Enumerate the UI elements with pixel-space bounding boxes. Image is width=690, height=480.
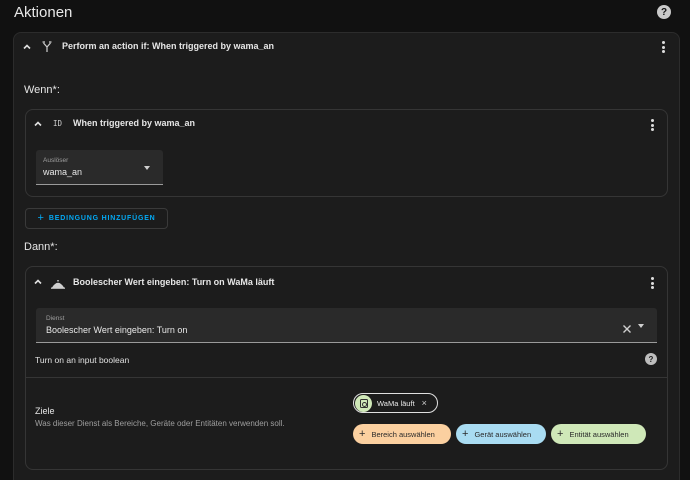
add-condition-button[interactable]: + BEDINGUNG HINZUFÜGEN (25, 208, 168, 229)
service-select-label: Dienst (46, 315, 65, 322)
collapse-chevron-icon[interactable] (33, 119, 43, 129)
more-options-icon[interactable] (647, 118, 657, 132)
if-section-label: Wenn*: (24, 84, 60, 96)
branch-icon (41, 40, 53, 52)
trigger-id-icon: ID (53, 119, 63, 128)
targets-label: Ziele (35, 406, 55, 416)
add-condition-label: BEDINGUNG HINZUFÜGEN (48, 215, 156, 222)
action-title: Perform an action if: When triggered by … (62, 41, 275, 51)
plus-icon: + (557, 427, 564, 440)
select-area-button[interactable]: + Bereich auswählen (353, 424, 451, 444)
entity-chip-label: WaMa läuft (377, 398, 415, 408)
then-section-label: Dann*: (24, 241, 58, 253)
targets-description: Was dieser Dienst als Bereiche, Geräte o… (35, 419, 285, 428)
condition-title: When triggered by wama_an (73, 118, 196, 128)
service-bell-icon (51, 276, 65, 289)
more-options-icon[interactable] (658, 40, 668, 54)
remove-chip-icon[interactable]: × (422, 398, 427, 408)
trigger-select-value: wama_an (43, 167, 83, 177)
service-select-value: Boolescher Wert eingeben: Turn on (46, 325, 188, 335)
plus-icon: + (359, 427, 366, 440)
help-icon[interactable]: ? (657, 5, 671, 19)
plus-icon: + (462, 427, 469, 440)
collapse-chevron-icon[interactable] (33, 277, 43, 287)
action-title: Boolescher Wert eingeben: Turn on WaMa l… (73, 277, 275, 287)
more-options-icon[interactable] (647, 276, 657, 290)
service-description: Turn on an input boolean (35, 355, 130, 365)
help-icon[interactable]: ? (645, 353, 657, 365)
clear-icon[interactable] (622, 321, 632, 333)
entity-chip[interactable]: WaMa läuft × (353, 393, 438, 413)
collapse-chevron-icon[interactable] (22, 42, 32, 52)
page-title: Aktionen (14, 4, 73, 21)
select-device-button[interactable]: + Gerät auswählen (456, 424, 546, 444)
select-entity-label: Entität auswählen (569, 429, 629, 439)
washing-machine-icon (355, 394, 372, 412)
select-entity-button[interactable]: + Entität auswählen (551, 424, 646, 444)
dropdown-arrow-icon[interactable] (144, 166, 150, 170)
divider (26, 377, 667, 378)
plus-icon: + (37, 212, 44, 224)
select-area-label: Bereich auswählen (371, 429, 435, 439)
select-device-label: Gerät auswählen (474, 429, 532, 439)
dropdown-arrow-icon[interactable] (638, 324, 644, 328)
trigger-select-label: Auslöser (43, 157, 69, 164)
